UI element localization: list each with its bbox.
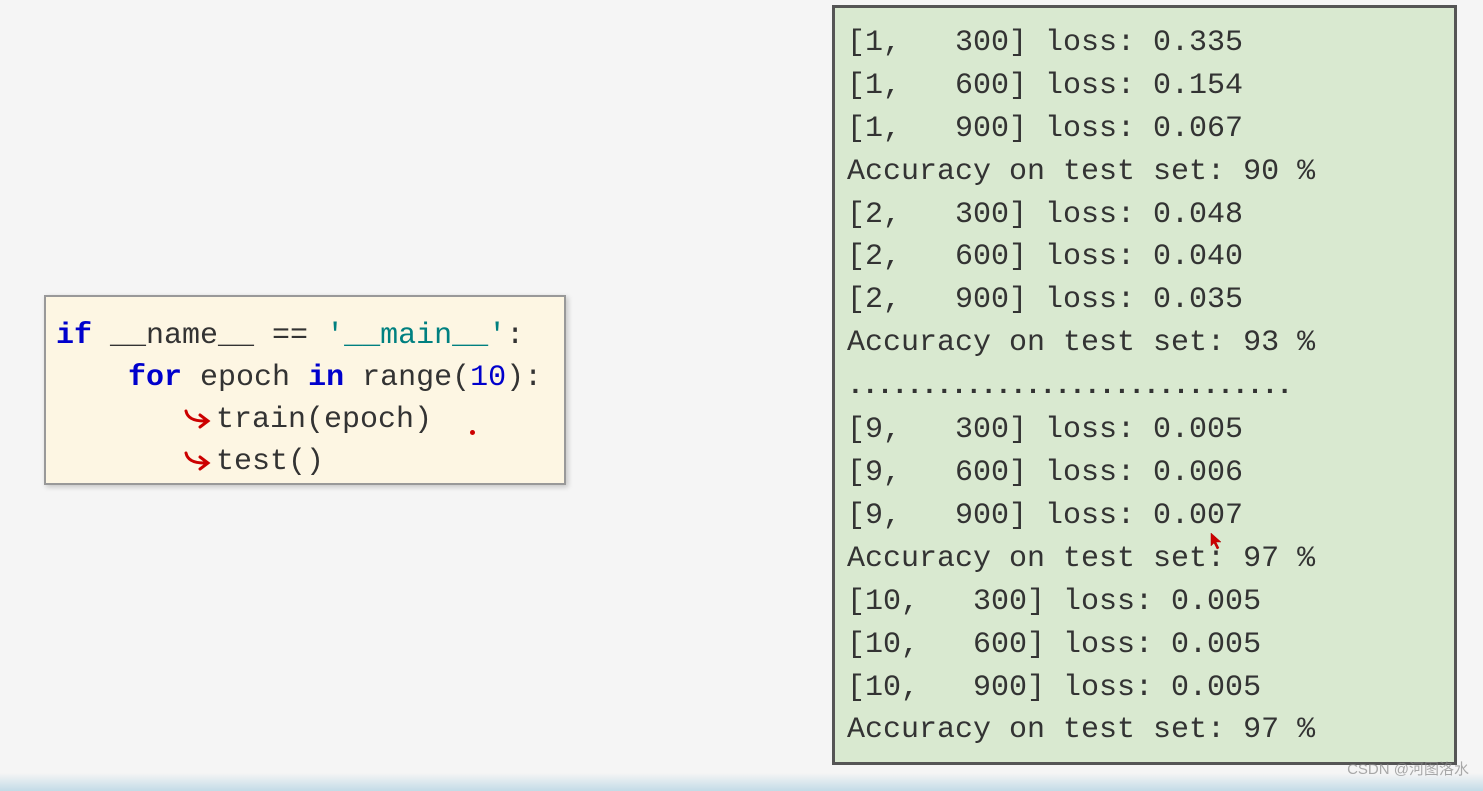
output-line: Accuracy on test set: 90 % [847,151,1442,194]
annotation-dot [470,430,475,435]
output-line: [9, 300] loss: 0.005 [847,409,1442,452]
keyword-for: for [128,361,182,395]
keyword-in: in [308,361,344,395]
output-line: [10, 300] loss: 0.005 [847,581,1442,624]
output-line: [2, 300] loss: 0.048 [847,194,1442,237]
output-line: [9, 900] loss: 0.007 [847,495,1442,538]
watermark-text: CSDN @河图洛水 [1347,758,1469,779]
number-10: 10 [470,361,506,395]
code-line-1: if __name__ == '__main__': [56,315,554,357]
output-block: [1, 300] loss: 0.335 [1, 600] loss: 0.15… [832,5,1457,765]
output-line: [10, 600] loss: 0.005 [847,624,1442,667]
output-line: [1, 600] loss: 0.154 [847,65,1442,108]
output-line: [9, 600] loss: 0.006 [847,452,1442,495]
output-line: [1, 300] loss: 0.335 [847,22,1442,65]
cursor-icon [1210,532,1224,550]
output-line: Accuracy on test set: 93 % [847,322,1442,365]
output-ellipsis: .............................. [847,365,1442,409]
bottom-decoration [0,773,1483,791]
output-line: [1, 900] loss: 0.067 [847,108,1442,151]
arrow-icon [182,407,220,431]
code-block: if __name__ == '__main__': for epoch in … [44,295,566,485]
code-line-4: test() [56,441,554,483]
keyword-if: if [56,319,92,353]
output-line: Accuracy on test set: 97 % [847,709,1442,752]
output-line: [10, 900] loss: 0.005 [847,667,1442,710]
arrow-icon [182,449,220,473]
code-line-2: for epoch in range(10): [56,357,554,399]
output-line: [2, 900] loss: 0.035 [847,279,1442,322]
output-line: [2, 600] loss: 0.040 [847,236,1442,279]
code-line-3: train(epoch) [56,399,554,441]
string-main: '__main__' [326,319,506,353]
output-line: Accuracy on test set: 97 % [847,538,1442,581]
